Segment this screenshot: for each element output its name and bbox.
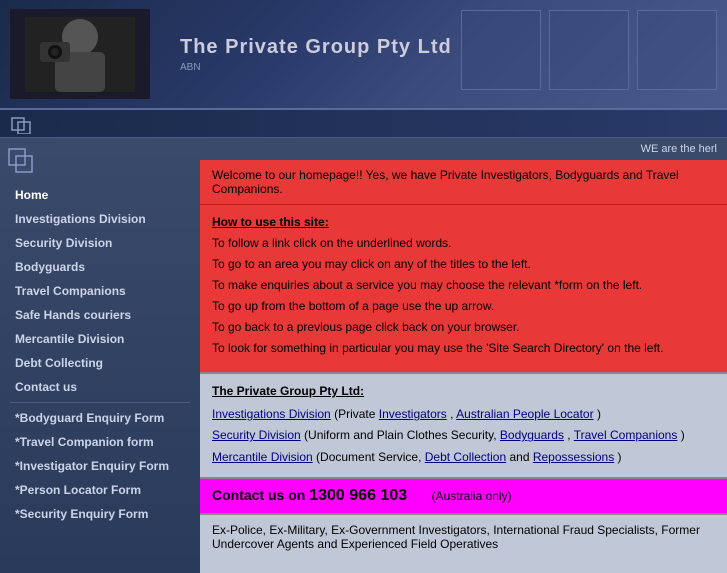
links-title: The Private Group Pty Ltd: — [212, 382, 715, 401]
link-bodyguards[interactable]: Bodyguards — [500, 428, 564, 442]
link-travel-companions[interactable]: Travel Companions — [574, 428, 678, 442]
sidebar-item-travel-form[interactable]: *Travel Companion form — [0, 430, 200, 454]
links-investigations: Investigations Division (Private Investi… — [212, 405, 715, 424]
sidebar-item-bodyguard-form[interactable]: *Bodyguard Enquiry Form — [0, 406, 200, 430]
link-repossessions[interactable]: Repossessions — [533, 450, 614, 464]
sidebar-item-mercantile[interactable]: Mercantile Division — [0, 327, 200, 351]
howto-line-3: To make enquiries about a service you ma… — [212, 276, 715, 294]
sidebar-item-debt-collecting[interactable]: Debt Collecting — [0, 351, 200, 375]
sidebar-divider — [10, 402, 190, 403]
links-section: The Private Group Pty Ltd: Investigation… — [200, 374, 727, 479]
link-people-locator[interactable]: Australian People Locator — [456, 407, 593, 421]
marquee-bar: WE are the herl — [200, 138, 727, 160]
howto-line-1: To follow a link click on the underlined… — [212, 234, 715, 252]
sidebar-item-person-locator[interactable]: *Person Locator Form — [0, 478, 200, 502]
logo-image — [25, 17, 135, 92]
link-debt-collection[interactable]: Debt Collection — [425, 450, 506, 464]
header-deco-box-1 — [461, 10, 541, 90]
footer-section: Ex-Police, Ex-Military, Ex-Government In… — [200, 515, 727, 559]
howto-line-6: To look for something in particular you … — [212, 339, 715, 357]
sidebar-item-security[interactable]: Security Division — [0, 231, 200, 255]
howto-line-5: To go back to a previous page click back… — [212, 318, 715, 336]
footer-text: Ex-Police, Ex-Military, Ex-Government In… — [212, 523, 700, 551]
link-investigators[interactable]: Investigators — [379, 407, 447, 421]
sidebar-item-bodyguards[interactable]: Bodyguards — [0, 255, 200, 279]
header-logo — [10, 9, 150, 99]
contact-note: (Australia only) — [432, 489, 512, 503]
sidebar-item-safe-hands[interactable]: Safe Hands couriers — [0, 303, 200, 327]
sidebar-item-home[interactable]: Home — [0, 183, 200, 207]
nav-decoration — [10, 114, 50, 134]
link-security-div[interactable]: Security Division — [212, 428, 301, 442]
sidebar-item-contact[interactable]: Contact us — [0, 375, 200, 399]
howto-line-4: To go up from the bottom of a page use t… — [212, 297, 715, 315]
links-security: Security Division (Uniform and Plain Clo… — [212, 426, 715, 445]
howto-line-2: To go to an area you may click on any of… — [212, 255, 715, 273]
welcome-section: Welcome to our homepage!! Yes, we have P… — [200, 160, 727, 205]
header-deco-box-3 — [637, 10, 717, 90]
header-decorations — [461, 10, 717, 90]
contact-section: Contact us on 1300 966 103 (Australia on… — [200, 479, 727, 515]
sidebar-item-travel-companions[interactable]: Travel Companions — [0, 279, 200, 303]
sidebar: Home Investigations Division Security Di… — [0, 138, 200, 573]
contact-label: Contact us on — [212, 487, 305, 503]
sidebar-frame-deco — [8, 148, 192, 178]
link-mercantile-div[interactable]: Mercantile Division — [212, 450, 313, 464]
nav-bar — [0, 110, 727, 138]
links-mercantile: Mercantile Division (Document Service, D… — [212, 448, 715, 467]
sidebar-item-security-form[interactable]: *Security Enquiry Form — [0, 502, 200, 526]
marquee-text: WE are the herl — [641, 143, 717, 155]
contact-phone: 1300 966 103 — [309, 487, 411, 504]
header-deco-box-2 — [549, 10, 629, 90]
main-layout: Home Investigations Division Security Di… — [0, 138, 727, 573]
sidebar-item-investigations[interactable]: Investigations Division — [0, 207, 200, 231]
content-area: WE are the herl Welcome to our homepage!… — [200, 138, 727, 573]
header: The Private Group Pty Ltd ABN — [0, 0, 727, 110]
howto-section: How to use this site: To follow a link c… — [200, 205, 727, 374]
howto-title: How to use this site: — [212, 213, 715, 231]
welcome-text: Welcome to our homepage!! Yes, we have P… — [212, 168, 679, 196]
sidebar-item-investigator-form[interactable]: *Investigator Enquiry Form — [0, 454, 200, 478]
link-investigations-div[interactable]: Investigations Division — [212, 407, 331, 421]
